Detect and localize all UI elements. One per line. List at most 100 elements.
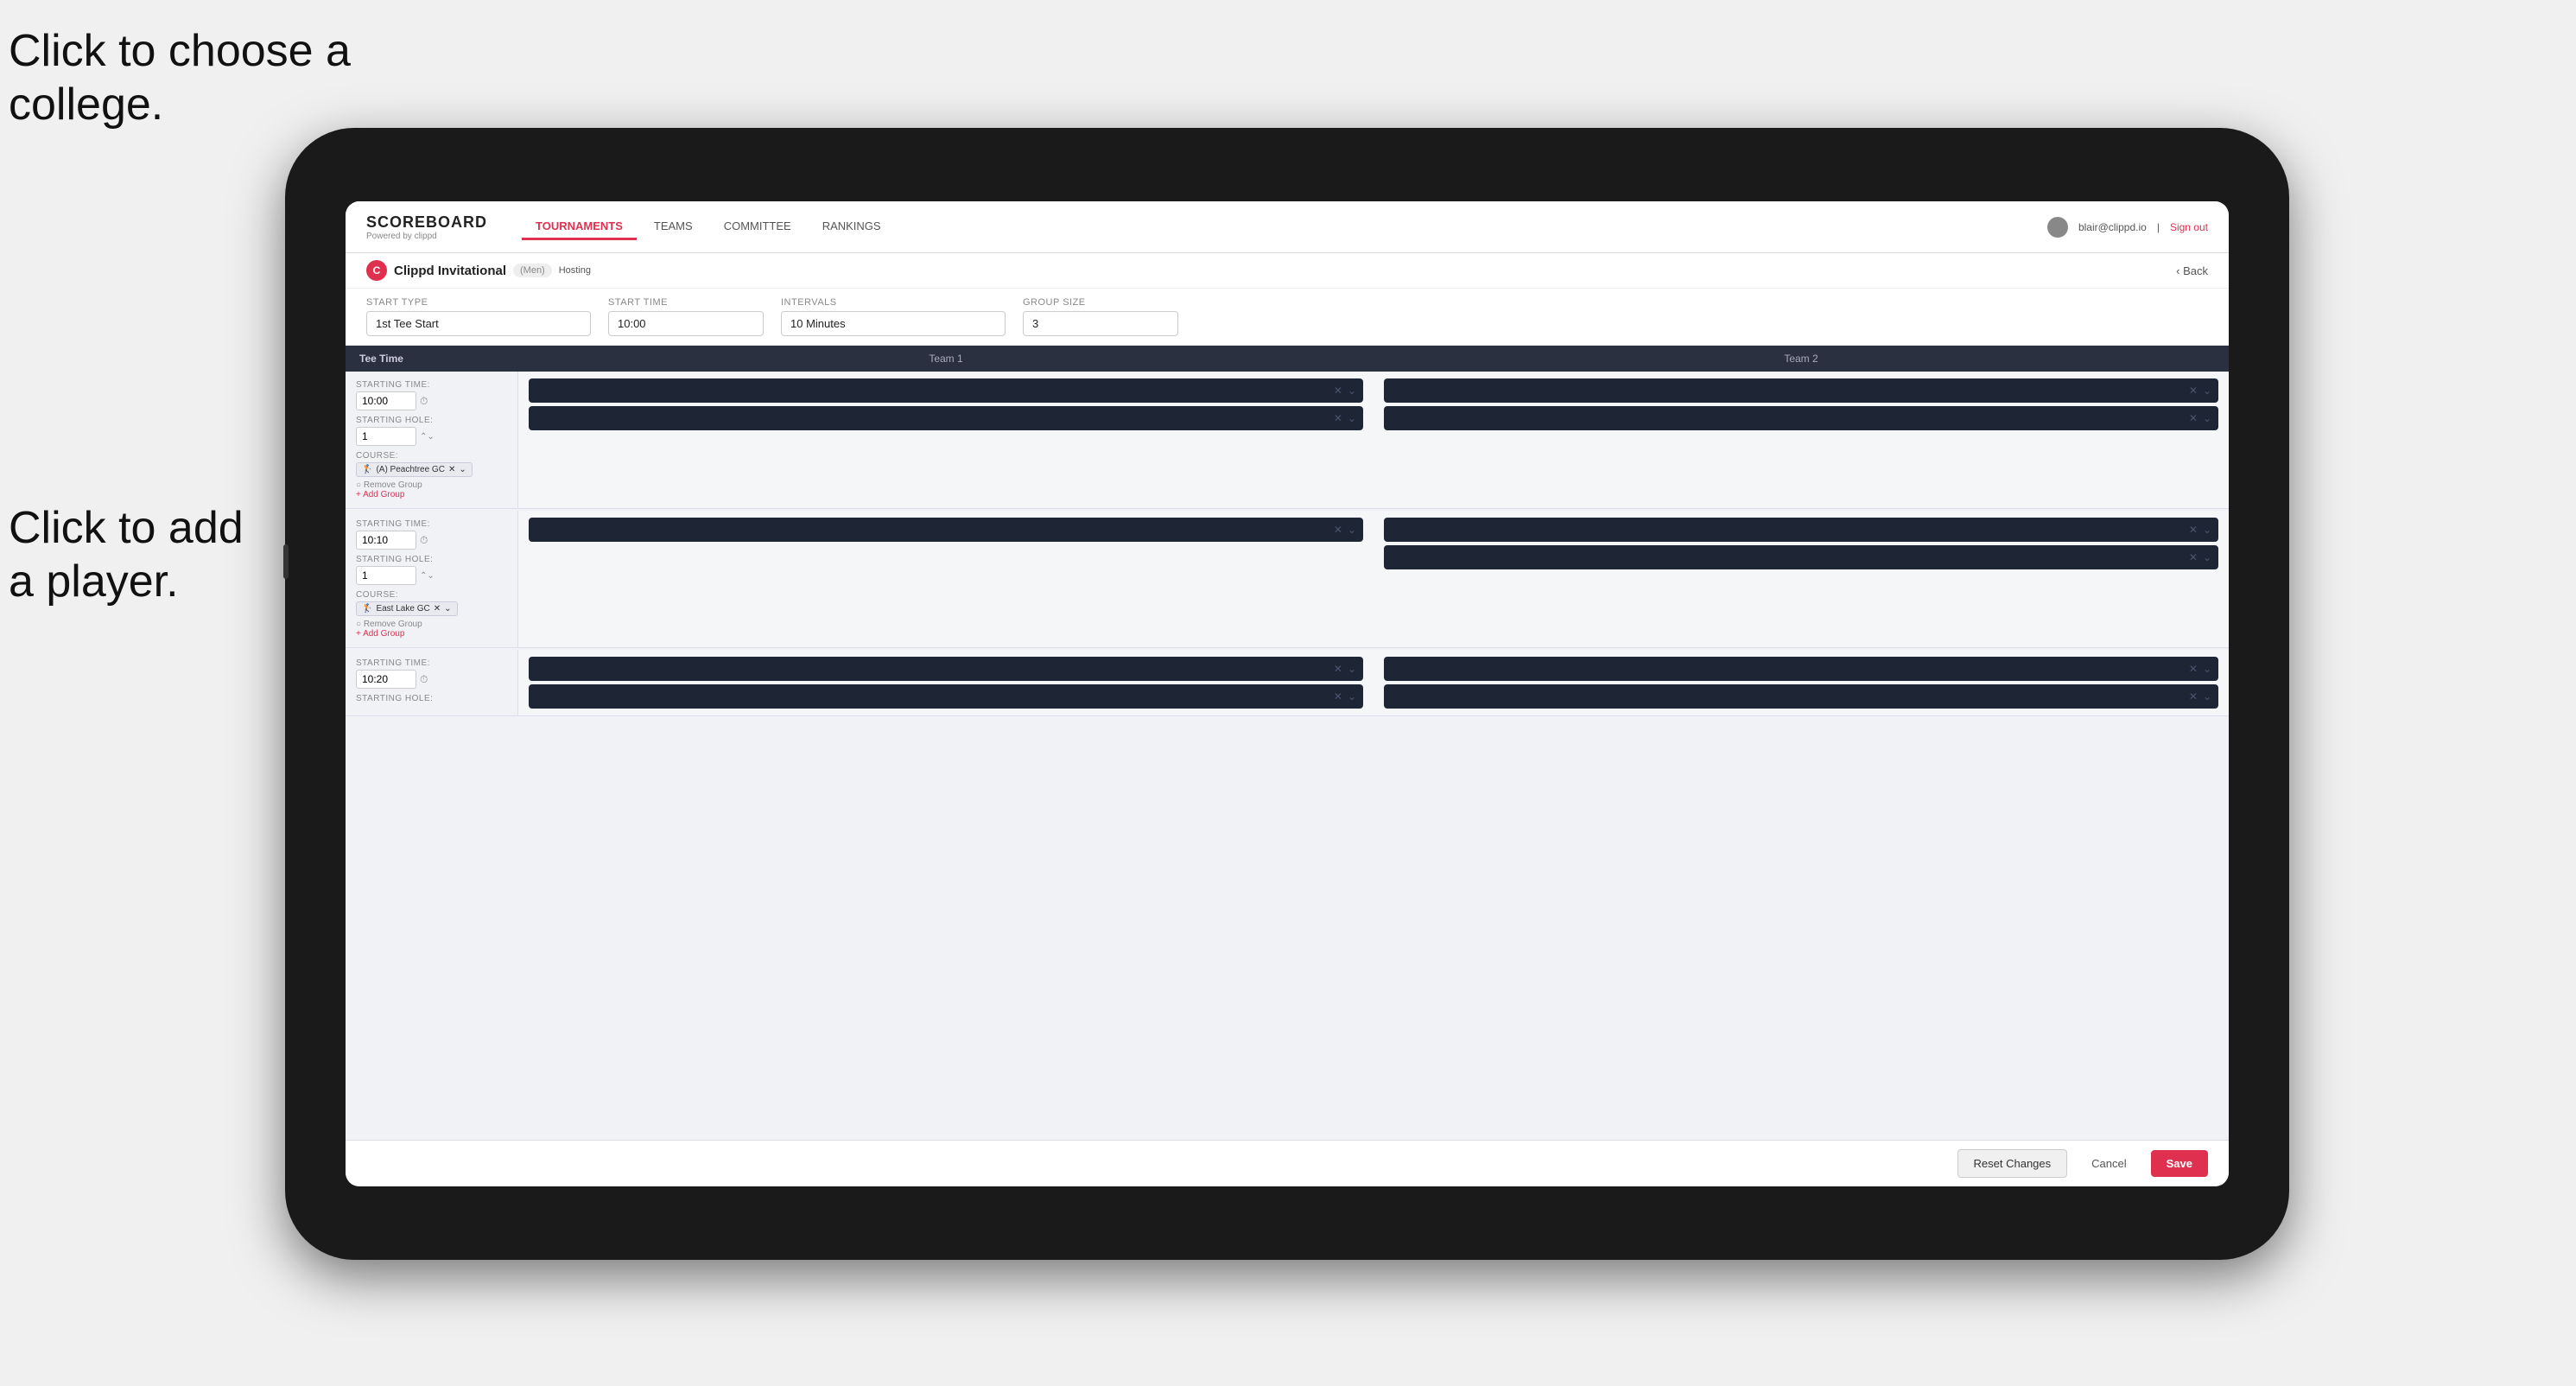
starting-time-label-2: STARTING TIME:: [356, 519, 507, 529]
start-time-label: Start Time: [608, 297, 764, 308]
annotation-text-line1: Click to choose a: [9, 26, 351, 76]
remove-group-2[interactable]: ○ Remove Group: [356, 620, 507, 629]
group-size-group: Group Size 3: [1023, 297, 1178, 336]
intervals-label: Intervals: [781, 297, 1006, 308]
nav-link-committee[interactable]: COMMITTEE: [710, 214, 805, 240]
group-size-select[interactable]: 3: [1023, 311, 1178, 336]
form-row: Start Type 1st Tee Start Start Time 10:0…: [346, 289, 2229, 346]
annotation-text2-line1: Click to add: [9, 503, 244, 553]
clippd-logo: C: [366, 260, 387, 281]
sub-header-left: C Clippd Invitational (Men) Hosting: [366, 260, 591, 281]
starting-hole-input-2[interactable]: [356, 566, 416, 585]
start-type-label: Start Type: [366, 297, 591, 308]
course-icon-2: 🏌: [362, 604, 372, 614]
sub-header: C Clippd Invitational (Men) Hosting ‹ Ba…: [346, 253, 2229, 289]
clock-icon-3: ⏱: [420, 673, 428, 686]
brand: SCOREBOARD Powered by clippd: [366, 213, 487, 241]
start-time-select[interactable]: 10:00: [608, 311, 764, 336]
slot-icon: ⌄: [2203, 690, 2211, 703]
player-slot-2-1[interactable]: ✕ ⌄: [1384, 378, 2218, 403]
slot-icon: ⌄: [2203, 412, 2211, 424]
course-tag-2[interactable]: 🏌 East Lake GC ✕ ⌄: [356, 601, 458, 616]
group-row-3: STARTING TIME: ⏱ STARTING HOLE: ✕ ⌄ ✕ ⌄: [346, 650, 2229, 716]
footer: Reset Changes Cancel Save: [346, 1140, 2229, 1186]
sign-out-link[interactable]: Sign out: [2170, 221, 2208, 233]
slot-icon: ✕: [1334, 690, 1342, 703]
slot-icon: ⌄: [1348, 663, 1356, 675]
annotation-text-line2: college.: [9, 79, 163, 130]
save-button[interactable]: Save: [2151, 1150, 2208, 1177]
nav-link-teams[interactable]: TEAMS: [640, 214, 707, 240]
slot-icon: ✕: [2189, 663, 2198, 675]
slot-icon: ⌄: [2203, 385, 2211, 397]
add-group-1[interactable]: + Add Group: [356, 490, 507, 499]
annotation-text2-line2: a player.: [9, 556, 179, 607]
nav-right: blair@clippd.io | Sign out: [2047, 217, 2208, 238]
course-expand-2[interactable]: ⌄: [444, 604, 451, 614]
th-team2: Team 2: [1374, 346, 2229, 372]
team1-panel-3: ✕ ⌄ ✕ ⌄: [518, 650, 1374, 715]
brand-sub: Powered by clippd: [366, 232, 487, 241]
starting-time-row-2: ⏱: [356, 531, 507, 550]
player-slot-1-2[interactable]: ✕ ⌄: [529, 406, 1363, 430]
course-remove-1[interactable]: ✕: [448, 465, 455, 474]
slot-icon: ✕: [2189, 690, 2198, 703]
brand-title: SCOREBOARD: [366, 213, 487, 232]
event-title: Clippd Invitational: [394, 264, 506, 278]
player-slot-3-t1-2[interactable]: ✕ ⌄: [529, 684, 1363, 709]
course-name-1: (A) Peachtree GC: [376, 465, 444, 474]
reset-button[interactable]: Reset Changes: [1957, 1149, 2068, 1178]
slot-icon: ✕: [2189, 385, 2198, 397]
player-slot-3-t1-1[interactable]: ✕ ⌄: [529, 657, 1363, 681]
nav-link-tournaments[interactable]: TOURNAMENTS: [522, 214, 637, 240]
starting-time-input-1[interactable]: [356, 391, 416, 410]
back-button[interactable]: ‹ Back: [2176, 264, 2208, 277]
team1-panel-1: ✕ ⌄ ✕ ⌄: [518, 372, 1374, 508]
hosting-badge: Hosting: [559, 265, 591, 276]
slot-icon: ⌄: [1348, 412, 1356, 424]
intervals-select[interactable]: 10 Minutes: [781, 311, 1006, 336]
slot-icon: ⌄: [2203, 524, 2211, 536]
hole-arrow-2: ⌃⌄: [420, 571, 435, 581]
player-slot-2-t2-1[interactable]: ✕ ⌄: [1384, 518, 2218, 542]
cancel-button[interactable]: Cancel: [2076, 1150, 2141, 1177]
starting-time-row-3: ⏱: [356, 670, 507, 689]
slot-icon: ✕: [1334, 385, 1342, 397]
slot-icon: ⌄: [1348, 385, 1356, 397]
player-slot-3-t2-2[interactable]: ✕ ⌄: [1384, 684, 2218, 709]
course-icon-1: 🏌: [362, 465, 372, 474]
player-slot-2-t2-2[interactable]: ✕ ⌄: [1384, 545, 2218, 569]
slot-icon: ⌄: [1348, 690, 1356, 703]
start-type-group: Start Type 1st Tee Start: [366, 297, 591, 336]
remove-group-1[interactable]: ○ Remove Group: [356, 480, 507, 490]
intervals-group: Intervals 10 Minutes: [781, 297, 1006, 336]
course-expand-1[interactable]: ⌄: [459, 465, 466, 474]
player-slot-2-2[interactable]: ✕ ⌄: [1384, 406, 2218, 430]
starting-time-label-1: STARTING TIME:: [356, 380, 507, 390]
player-slot-1-1[interactable]: ✕ ⌄: [529, 378, 1363, 403]
tee-panel-2: STARTING TIME: ⏱ STARTING HOLE: ⌃⌄ COURS…: [346, 511, 518, 647]
tee-panel-1: STARTING TIME: ⏱ STARTING HOLE: ⌃⌄ COURS…: [346, 372, 518, 508]
team2-panel-3: ✕ ⌄ ✕ ⌄: [1374, 650, 2229, 715]
avatar: [2047, 217, 2068, 238]
course-label-1: COURSE:: [356, 451, 507, 461]
course-remove-2[interactable]: ✕: [434, 604, 441, 614]
player-slot-2-t1-1[interactable]: ✕ ⌄: [529, 518, 1363, 542]
starting-time-input-2[interactable]: [356, 531, 416, 550]
course-name-2: East Lake GC: [376, 604, 429, 614]
nav-links: TOURNAMENTS TEAMS COMMITTEE RANKINGS: [522, 214, 2047, 240]
add-group-2[interactable]: + Add Group: [356, 629, 507, 639]
main-content[interactable]: STARTING TIME: ⏱ STARTING HOLE: ⌃⌄ COURS…: [346, 372, 2229, 1140]
group-size-label: Group Size: [1023, 297, 1178, 308]
player-slot-3-t2-1[interactable]: ✕ ⌄: [1384, 657, 2218, 681]
nav-link-rankings[interactable]: RANKINGS: [809, 214, 895, 240]
team2-panel-2: ✕ ⌄ ✕ ⌄: [1374, 511, 2229, 647]
starting-hole-label-3: STARTING HOLE:: [356, 694, 507, 703]
slot-icon: ✕: [1334, 524, 1342, 536]
starting-hole-row-2: ⌃⌄: [356, 566, 507, 585]
starting-time-input-3[interactable]: [356, 670, 416, 689]
th-tee-time: Tee Time: [346, 346, 518, 372]
course-tag-1[interactable]: 🏌 (A) Peachtree GC ✕ ⌄: [356, 462, 473, 477]
starting-hole-input-1[interactable]: [356, 427, 416, 446]
start-type-select[interactable]: 1st Tee Start: [366, 311, 591, 336]
